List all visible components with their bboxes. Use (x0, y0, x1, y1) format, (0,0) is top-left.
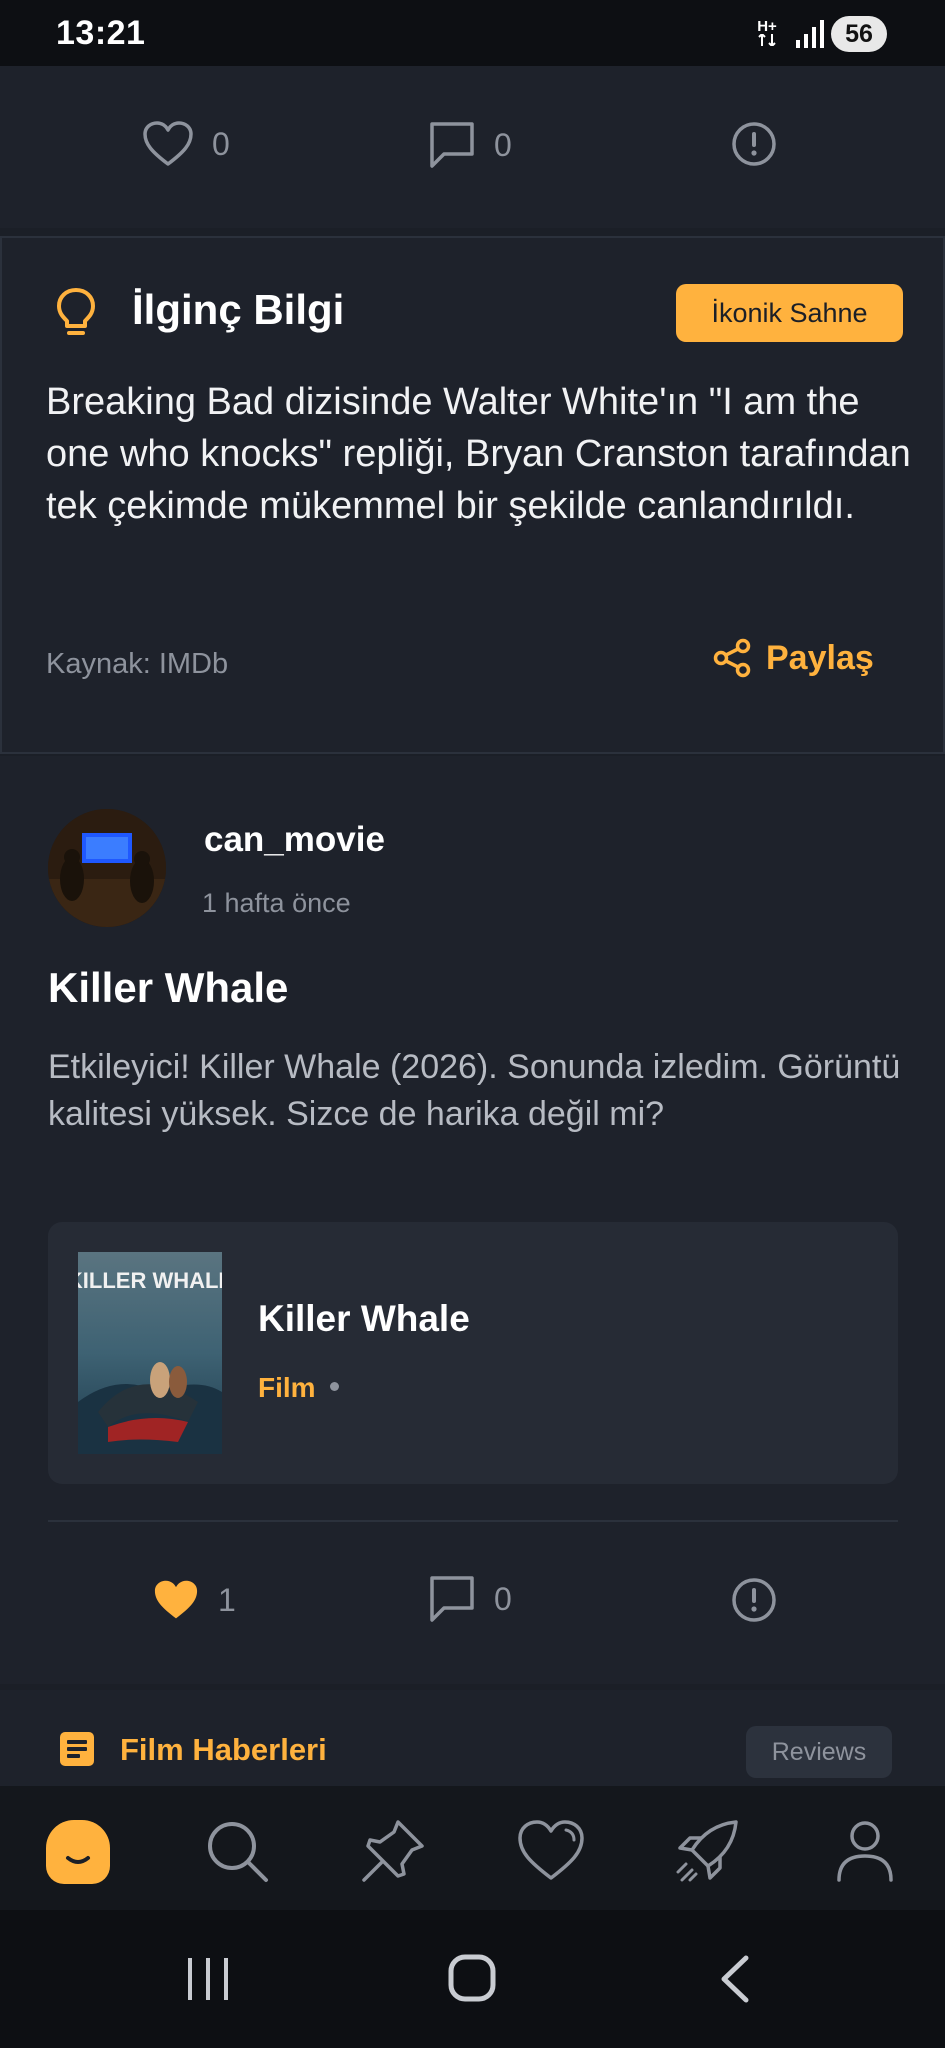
lightbulb-icon (54, 286, 98, 345)
heart-outline-icon (143, 121, 193, 166)
heart-icon[interactable] (516, 1816, 586, 1886)
report-button[interactable] (730, 120, 778, 168)
like-button[interactable]: 0 (142, 120, 230, 168)
news-section-header: Film Haberleri Reviews (0, 1690, 945, 1786)
fun-fact-title: İlginç Bilgi (132, 286, 345, 333)
rocket-icon[interactable] (672, 1816, 742, 1886)
category-badge[interactable]: İkonik Sahne (676, 284, 903, 342)
home-circle-icon[interactable] (448, 1954, 496, 2007)
comment-button[interactable]: 0 (428, 1574, 512, 1624)
article-icon (58, 1730, 96, 1773)
app-screen: 13:21 H+ 56 0 0 İlginç Bilgi İkonik Sahn… (0, 0, 945, 2048)
signal-icon (796, 20, 826, 53)
fun-fact-text: Breaking Bad dizisinde Walter White'ın "… (46, 381, 911, 527)
search-icon[interactable] (202, 1816, 272, 1886)
post-card: can_movie 1 hafta önce Killer Whale Etki… (0, 756, 945, 1684)
back-icon[interactable] (718, 1954, 752, 2009)
share-icon (713, 638, 751, 678)
movie-name: Killer Whale (258, 1298, 470, 1339)
avatar[interactable] (48, 809, 166, 927)
poster-title-text: KILLER WHALE (78, 1268, 222, 1293)
fun-fact-card: İlginç Bilgi İkonik Sahne Breaking Bad d… (0, 236, 945, 754)
recents-icon[interactable] (186, 1956, 230, 2007)
system-navigation-bar (0, 1910, 945, 2048)
post-body: Etkileyici! Killer Whale (2026). Sonunda… (48, 1048, 901, 1133)
pin-icon[interactable] (358, 1816, 428, 1886)
movie-type: Film (258, 1372, 316, 1403)
separator-dot (330, 1382, 339, 1391)
movie-poster: KILLER WHALE (78, 1252, 222, 1454)
previous-post-actions: 0 0 (0, 66, 945, 228)
network-type-icon: H+ (757, 18, 777, 49)
comment-count: 0 (494, 1580, 512, 1617)
news-tag[interactable]: Reviews (746, 1726, 892, 1778)
post-username[interactable]: can_movie (204, 820, 385, 860)
comment-button[interactable]: 0 (428, 120, 512, 170)
profile-icon[interactable] (830, 1816, 900, 1886)
comment-count: 0 (494, 126, 512, 163)
like-count: 1 (218, 1581, 236, 1618)
heart-filled-icon (154, 1580, 198, 1619)
like-button[interactable]: 1 (152, 1578, 236, 1622)
report-button[interactable] (730, 1576, 778, 1624)
post-title: Killer Whale (48, 964, 289, 1011)
status-time: 13:21 (56, 14, 146, 52)
comment-icon (430, 1576, 474, 1622)
network-type-label: H+ (757, 18, 777, 35)
share-button[interactable]: Paylaş (712, 638, 874, 678)
report-icon (732, 1578, 776, 1622)
battery-indicator: 56 (831, 16, 887, 52)
like-count: 0 (212, 125, 230, 162)
fun-fact-source: Kaynak: IMDb (46, 648, 229, 680)
home-icon[interactable] (46, 1820, 110, 1884)
share-label: Paylaş (766, 638, 874, 677)
comment-icon (430, 122, 474, 168)
post-time: 1 hafta önce (202, 888, 351, 918)
report-icon (732, 122, 776, 166)
status-bar: 13:21 H+ 56 (0, 0, 945, 66)
bottom-navigation (0, 1786, 945, 1910)
news-section-title: Film Haberleri (120, 1732, 327, 1767)
movie-card[interactable]: KILLER WHALE Killer Whale Film (48, 1222, 898, 1484)
divider (48, 1520, 898, 1522)
